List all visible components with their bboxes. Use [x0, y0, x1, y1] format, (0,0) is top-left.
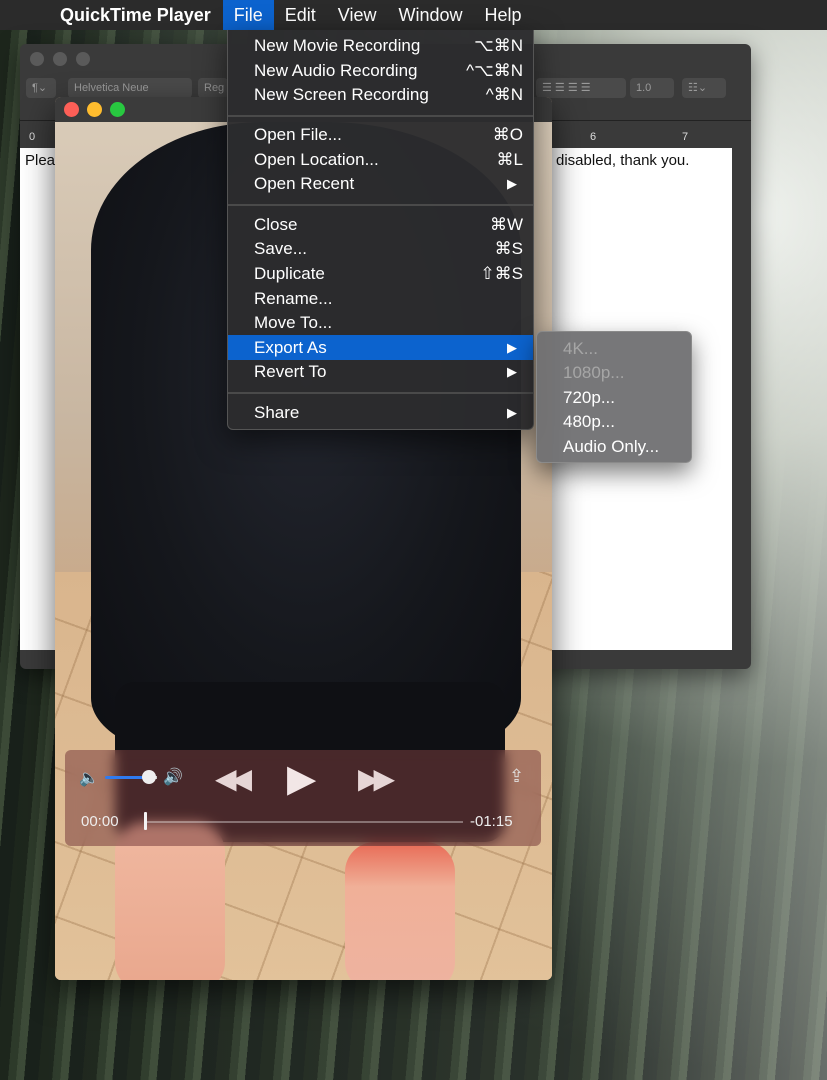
zoom-button[interactable]	[76, 52, 90, 66]
menu-item-new-audio-recording[interactable]: New Audio Recording ^⌥⌘N	[228, 58, 533, 83]
menu-item-new-movie-recording[interactable]: New Movie Recording ⌥⌘N	[228, 33, 533, 58]
menu-item-rename[interactable]: Rename...	[228, 286, 533, 311]
menu-item-move-to[interactable]: Move To...	[228, 310, 533, 335]
fast-forward-icon[interactable]: ▶▶	[358, 762, 395, 795]
video-leg	[345, 842, 455, 980]
submenu-arrow-icon: ▶	[507, 405, 517, 420]
window-controls	[30, 52, 90, 66]
paragraph-style-popup[interactable]: ¶⌄	[26, 78, 56, 98]
menu-item-open-file[interactable]: Open File... ⌘O	[228, 122, 533, 147]
export-as-submenu: 4K... 1080p... 720p... 480p... Audio Onl…	[536, 331, 692, 463]
line-spacing-popup[interactable]: 1.0	[630, 78, 674, 98]
menu-item-open-location[interactable]: Open Location... ⌘L	[228, 147, 533, 172]
menu-separator	[228, 204, 533, 206]
menu-help[interactable]: Help	[474, 0, 533, 30]
close-button[interactable]	[64, 102, 79, 117]
menu-item-save[interactable]: Save... ⌘S	[228, 236, 533, 261]
export-480p[interactable]: 480p...	[563, 410, 615, 434]
ruler-number: 7	[682, 131, 689, 143]
menu-item-new-screen-recording[interactable]: New Screen Recording ^⌘N	[228, 82, 533, 107]
current-time: 00:00	[81, 813, 119, 830]
menu-file[interactable]: File	[222, 0, 274, 30]
volume-high-icon[interactable]: 🔊	[163, 767, 183, 787]
minimize-button[interactable]	[87, 102, 102, 117]
submenu-arrow-icon: ▶	[507, 364, 517, 379]
volume-slider-knob[interactable]	[142, 770, 156, 784]
share-icon[interactable]: ⇪	[509, 766, 524, 787]
close-button[interactable]	[30, 52, 44, 66]
rewind-icon[interactable]: ◀◀	[215, 762, 252, 795]
submenu-arrow-icon: ▶	[507, 176, 517, 191]
menu-edit[interactable]: Edit	[274, 0, 327, 30]
playback-controls: 🔈 🔊 ◀◀ ▶ ▶▶ ⇪ 00:00 -01:15	[65, 750, 541, 846]
document-text-right: disabled, thank you.	[556, 152, 690, 169]
remaining-time: -01:15	[470, 813, 513, 830]
menu-window[interactable]: Window	[388, 0, 474, 30]
scrubber-track[interactable]	[145, 821, 463, 823]
export-720p[interactable]: 720p...	[563, 386, 615, 410]
menu-item-close[interactable]: Close ⌘W	[228, 212, 533, 237]
window-controls	[64, 102, 125, 117]
menu-item-duplicate[interactable]: Duplicate ⇧⌘S	[228, 261, 533, 286]
submenu-arrow-icon: ▶	[507, 340, 517, 355]
menu-separator	[228, 115, 533, 117]
app-menu-quicktime[interactable]: QuickTime Player	[52, 0, 223, 30]
alignment-buttons[interactable]: ☰ ☰ ☰ ☰	[536, 78, 626, 98]
menu-item-export-as[interactable]: Export As ▶	[228, 335, 533, 360]
export-1080p: 1080p...	[563, 363, 625, 382]
minimize-button[interactable]	[53, 52, 67, 66]
font-style-popup[interactable]: Reg	[198, 78, 228, 98]
ruler-number: 6	[590, 131, 597, 143]
menu-separator	[228, 392, 533, 394]
menu-view[interactable]: View	[327, 0, 388, 30]
document-text-left: Plea	[25, 152, 56, 169]
file-menu: New Movie Recording ⌥⌘N New Audio Recordi…	[227, 30, 534, 430]
menu-bar: QuickTime Player File Edit View Window H…	[0, 0, 827, 30]
play-icon[interactable]: ▶	[287, 756, 316, 801]
export-audio-only[interactable]: Audio Only...	[563, 435, 659, 459]
font-family-popup[interactable]: Helvetica Neue	[68, 78, 192, 98]
ruler-number: 0	[29, 131, 36, 143]
menu-item-share[interactable]: Share ▶	[228, 400, 533, 425]
menu-item-open-recent[interactable]: Open Recent ▶	[228, 171, 533, 196]
volume-low-icon[interactable]: 🔈	[79, 768, 99, 788]
scrubber-playhead[interactable]	[144, 812, 147, 830]
menu-item-revert-to[interactable]: Revert To ▶	[228, 359, 533, 384]
zoom-button[interactable]	[110, 102, 125, 117]
list-style-popup[interactable]: ☷⌄	[682, 78, 726, 98]
export-4k: 4K...	[563, 339, 598, 358]
